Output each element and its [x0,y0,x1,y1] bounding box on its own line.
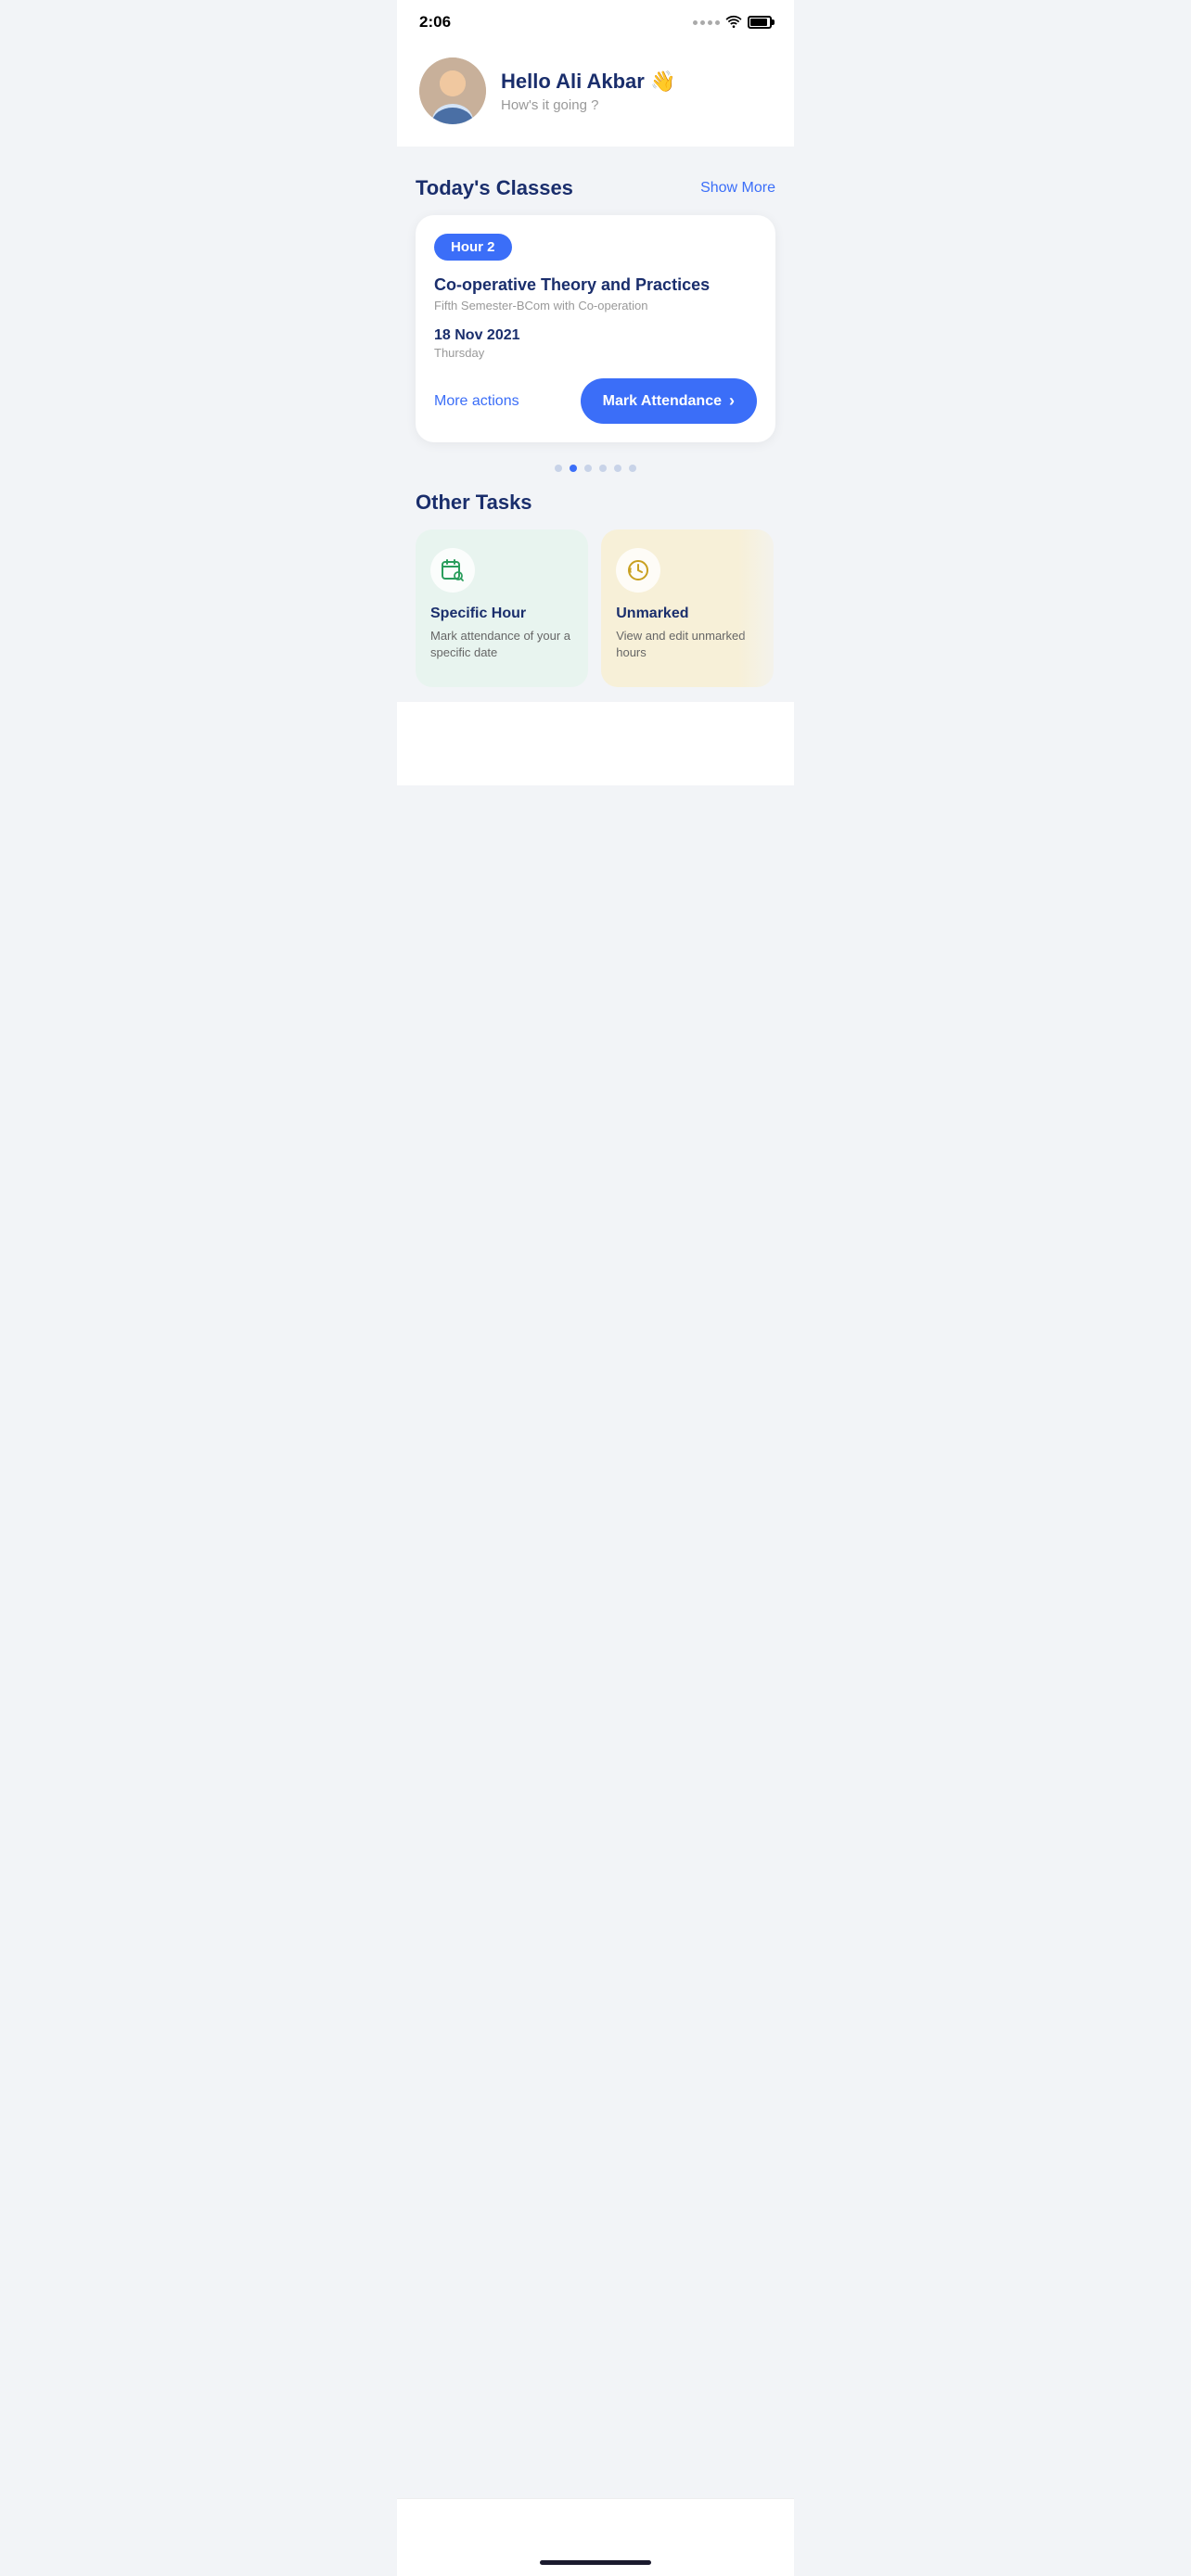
send-icon [621,2516,644,2543]
wifi-icon [725,15,742,31]
bottom-nav: Home [397,2498,794,2576]
calendar-search-icon [441,558,465,582]
specific-hour-desc: Mark attendance of your a specific date [430,628,573,661]
more-icon [736,2516,758,2543]
nav-item-messages[interactable] [564,2516,586,2543]
messages-icon [564,2516,586,2543]
nav-item-notifications[interactable] [679,2516,701,2543]
dot-3 [584,465,592,472]
dot-4 [599,465,607,472]
home-icon [452,2518,470,2541]
dot-1 [555,465,562,472]
unmarked-desc: View and edit unmarked hours [616,628,759,661]
avatar [419,57,486,124]
todays-classes-title: Today's Classes [416,176,573,200]
task-card-specific-hour[interactable]: Specific Hour Mark attendance of your a … [416,529,588,687]
section-divider [397,147,794,154]
pagination-dots [416,457,775,491]
unmarked-title: Unmarked [616,606,759,622]
nav-item-send[interactable] [621,2516,644,2543]
section-header: Today's Classes Show More [416,176,775,200]
hour-badge: Hour 2 [434,234,512,261]
specific-hour-title: Specific Hour [430,606,573,622]
other-tasks-title: Other Tasks [416,491,775,515]
mark-attendance-label: Mark Attendance [603,393,722,410]
show-more-button[interactable]: Show More [700,180,775,197]
greeting-section: Hello Ali Akbar 👋 How's it going ? [397,39,794,147]
other-tasks-section: Other Tasks Specific Hour [416,491,775,687]
task-card-unmarked[interactable]: Unmarked View and edit unmarked hours [601,529,774,687]
avatar-image [419,57,486,124]
bell-icon [679,2516,701,2543]
greeting-subtext: How's it going ? [501,97,675,113]
chevron-right-icon: › [729,391,735,411]
more-actions-button[interactable]: More actions [434,393,519,410]
greeting-hello: Hello Ali Akbar 👋 [501,70,675,94]
dot-6 [629,465,636,472]
clock-history-icon [626,558,650,582]
status-icons [693,15,772,31]
status-bar: 2:06 [397,0,794,39]
class-day: Thursday [434,346,757,360]
nav-home-label: Home [478,2522,511,2536]
signal-dots-icon [693,20,720,25]
nav-item-home[interactable]: Home [433,2510,530,2548]
nav-home-bg: Home [433,2510,530,2548]
class-card: Hour 2 Co-operative Theory and Practices… [416,215,775,442]
mark-attendance-button[interactable]: Mark Attendance › [581,378,757,424]
dot-2 [570,465,577,472]
class-name: Co-operative Theory and Practices [434,275,757,295]
todays-classes-section: Today's Classes Show More Hour 2 Co-oper… [397,154,794,702]
battery-icon [748,16,772,29]
class-subtitle: Fifth Semester-BCom with Co-operation [434,299,757,312]
unmarked-icon-wrap [616,548,660,593]
battery-fill [750,19,767,26]
dot-5 [614,465,621,472]
nav-item-more[interactable] [736,2516,758,2543]
tasks-row: Specific Hour Mark attendance of your a … [416,529,775,687]
greeting-text: Hello Ali Akbar 👋 How's it going ? [501,70,675,113]
card-actions: More actions Mark Attendance › [434,378,757,424]
specific-hour-icon-wrap [430,548,475,593]
status-time: 2:06 [419,13,451,32]
main-content: Hello Ali Akbar 👋 How's it going ? Today… [397,39,794,785]
class-date: 18 Nov 2021 [434,327,757,344]
